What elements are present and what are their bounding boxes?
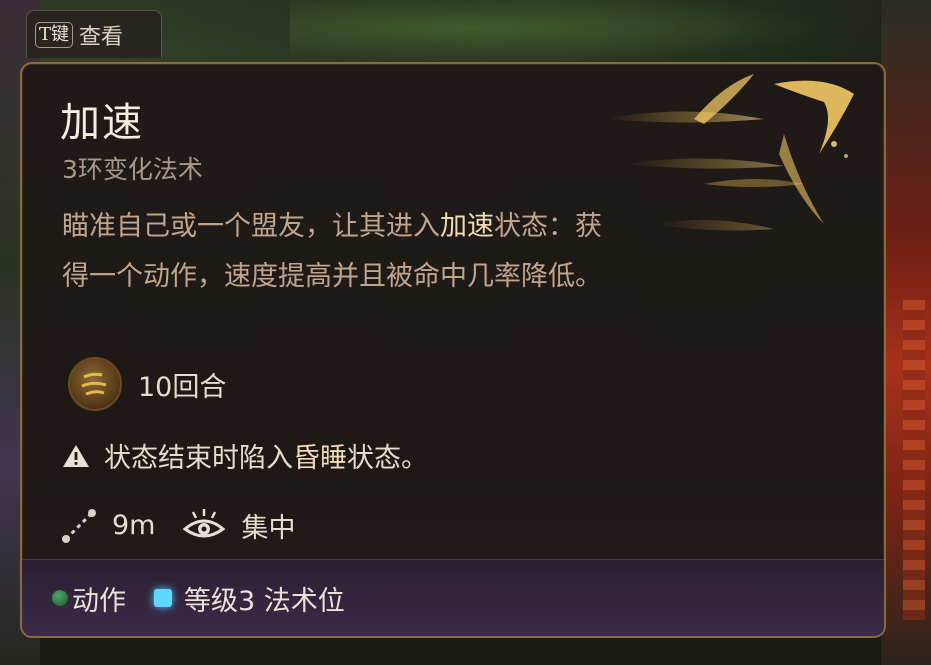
spell-slot-label: 等级3 法术位 (184, 585, 345, 617)
spell-slot-icon (154, 589, 172, 607)
warning-text: 状态结束时陷入昏睡状态。 (104, 436, 428, 475)
spell-tooltip: 加速 3环变化法术 瞄准自己或一个盟友，让其进入加速状态：获得一个动作，速度提高… (20, 62, 886, 638)
background-character-robe (881, 0, 931, 665)
warning-row: 状态结束时陷入昏睡状态。 (62, 436, 428, 475)
spell-description: 瞄准自己或一个盟友，让其进入加速状态：获得一个动作，速度提高并且被命中几率降低。 (62, 202, 622, 302)
description-text-1: 瞄准自己或一个盟友，让其进入 (62, 211, 440, 242)
concentration-eye-icon (183, 508, 226, 537)
duration-text: 10回合 (138, 371, 227, 403)
haste-keyword[interactable]: 加速 (440, 211, 494, 242)
range-value: 9m (112, 510, 156, 541)
duration-row: 10回合 (68, 357, 226, 411)
warning-text-2: 状态。 (347, 443, 428, 474)
robe-pattern (903, 300, 925, 620)
haste-feathers-art (604, 74, 854, 231)
spell-cost-footer: 动作 等级3 法术位 (22, 559, 884, 636)
action-dot-icon (52, 590, 68, 606)
concentration-label: 集中 (241, 513, 296, 544)
action-cost: 动作 (52, 579, 126, 618)
spell-level-school: 3环变化法术 (62, 155, 203, 184)
action-label: 动作 (72, 585, 126, 617)
spell-slot-cost: 等级3 法术位 (154, 579, 345, 618)
keycap-t: T键 (35, 21, 74, 48)
warning-icon (63, 444, 89, 467)
range-icon (62, 508, 96, 543)
warning-text-1: 状态结束时陷入 (104, 443, 293, 474)
sleep-keyword[interactable]: 昏睡 (293, 443, 347, 474)
examine-label: 查看 (79, 24, 124, 50)
examine-key-hint[interactable]: T键 查看 (26, 10, 162, 58)
spell-name: 加速 (60, 100, 144, 146)
background-scene-top (290, 0, 890, 70)
spell-duration-icon (68, 357, 122, 411)
range-concentration-row: 9m 集中 (60, 506, 295, 545)
